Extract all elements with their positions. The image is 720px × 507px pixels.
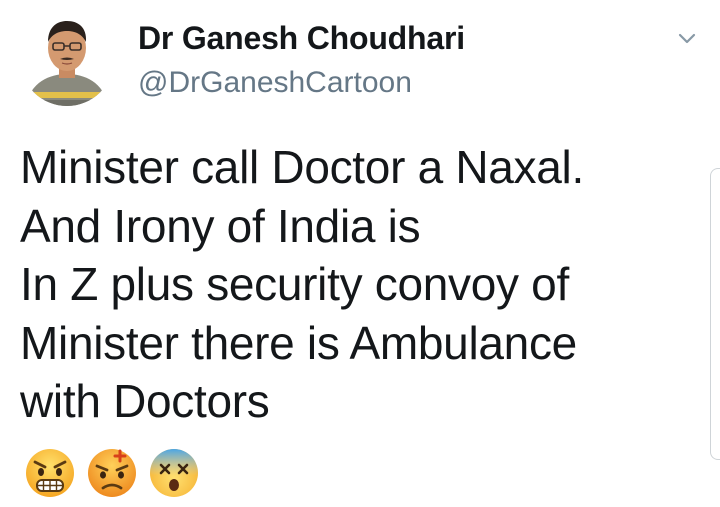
- tweet-text-line: Minister there is Ambulance: [20, 316, 577, 369]
- tweet-text: Minister call Doctor a Naxal. And Irony …: [20, 138, 700, 431]
- tweet-text-line: Minister call Doctor a Naxal.: [20, 141, 584, 193]
- avatar[interactable]: [20, 12, 114, 106]
- avatar-image: [20, 12, 114, 106]
- tweet-card: Dr Ganesh Choudhari @DrGaneshCartoon Min…: [0, 0, 720, 507]
- chevron-down-icon[interactable]: [676, 30, 698, 46]
- side-panel-edge: [710, 168, 720, 460]
- angry-face-with-vein-icon: [86, 447, 138, 499]
- tweet-text-line: with Doctors: [20, 375, 270, 427]
- tweet-text-line: And Irony of India is: [20, 199, 421, 252]
- angry-face-grimacing-icon: [24, 447, 76, 499]
- author-handle[interactable]: @DrGaneshCartoon: [138, 66, 412, 100]
- dizzy-face-icon: [148, 447, 200, 499]
- tweet-text-line: In Z plus security convoy of: [20, 258, 569, 310]
- author-name[interactable]: Dr Ganesh Choudhari: [138, 20, 465, 57]
